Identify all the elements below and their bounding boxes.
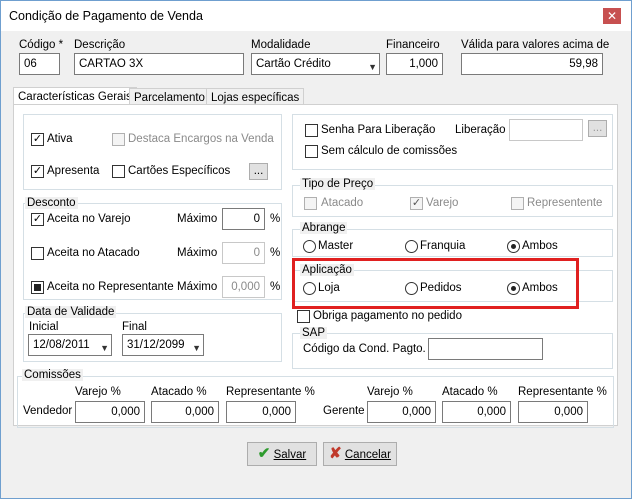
cartoes-checkbox[interactable]: [112, 165, 125, 178]
close-button[interactable]: ✕: [603, 8, 621, 24]
ativa-label: Ativa: [47, 133, 73, 145]
representente-checkbox[interactable]: [511, 197, 524, 210]
aceita-representante-label: Aceita no Representante: [47, 281, 174, 293]
vendedor-atacado-field[interactable]: 0,000: [151, 401, 219, 423]
abrange-title: Abrange: [300, 222, 348, 234]
x-icon: ✘: [329, 445, 342, 462]
destaca-checkbox[interactable]: [112, 133, 125, 146]
tipo-preco-title: Tipo de Preço: [300, 178, 376, 190]
abrange-ambos-label: Ambos: [522, 240, 558, 252]
cancelar-button[interactable]: ✘ Cancelar: [323, 442, 397, 466]
varejo-label: Varejo: [426, 197, 459, 209]
check-icon: ✔: [257, 445, 271, 462]
codigo-field[interactable]: 06: [19, 53, 60, 75]
comissoes-title: Comissões: [22, 369, 83, 381]
vendedor-representante-header: Representante %: [226, 386, 315, 398]
abrange-franquia-label: Franquia: [420, 240, 466, 252]
max-varejo-field[interactable]: 0: [222, 208, 265, 230]
modalidade-value: Cartão Crédito: [256, 58, 331, 70]
final-date-value: 31/12/2099: [127, 339, 185, 351]
abrange-master-radio[interactable]: [303, 240, 316, 253]
apresenta-checkbox[interactable]: ✓: [31, 165, 44, 178]
modalidade-label: Modalidade: [251, 39, 311, 51]
aceita-atacado-checkbox[interactable]: [31, 247, 44, 260]
sap-title: SAP: [300, 327, 328, 339]
max-varejo-label: Máximo: [177, 213, 218, 225]
ativa-checkbox[interactable]: ✓: [31, 133, 44, 146]
validade-title: Data de Validade: [25, 306, 117, 318]
descricao-field[interactable]: CARTAO 3X: [74, 53, 244, 75]
liberacao-field[interactable]: [509, 119, 583, 141]
gerente-atacado-header: Atacado %: [442, 386, 498, 398]
sem-calculo-checkbox[interactable]: [305, 145, 318, 158]
modalidade-select[interactable]: Cartão Crédito ▼: [251, 53, 380, 75]
chevron-down-icon: ▼: [100, 343, 109, 353]
vendedor-representante-field[interactable]: 0,000: [226, 401, 296, 423]
cartoes-label: Cartões Específicos: [128, 165, 231, 177]
aceita-varejo-label: Aceita no Varejo: [47, 213, 131, 225]
aplicacao-highlight-frame: [292, 258, 579, 309]
gerente-varejo-field[interactable]: 0,000: [367, 401, 436, 423]
vendedor-atacado-header: Atacado %: [151, 386, 207, 398]
max-representante-label: Máximo: [177, 281, 218, 293]
senha-checkbox[interactable]: [305, 124, 318, 137]
cancelar-label: Cancelar: [344, 449, 391, 461]
percent-varejo-label: %: [270, 213, 281, 225]
chevron-down-icon: ▼: [368, 62, 377, 72]
abrange-franquia-radio[interactable]: [405, 240, 418, 253]
abrange-ambos-radio[interactable]: [507, 240, 520, 253]
gerente-atacado-field[interactable]: 0,000: [442, 401, 511, 423]
liberacao-browse-button[interactable]: ...: [588, 120, 607, 137]
chevron-down-icon: ▼: [192, 343, 201, 353]
max-representante-field[interactable]: 0,000: [222, 276, 265, 298]
vendedor-label: Vendedor: [23, 405, 73, 417]
salvar-button[interactable]: ✔ Salvar: [247, 442, 317, 466]
max-atacado-label: Máximo: [177, 247, 218, 259]
destaca-label: Destaca Encargos na Venda: [128, 133, 274, 145]
cartoes-browse-button[interactable]: ...: [249, 163, 268, 180]
obriga-label: Obriga pagamento no pedido: [313, 310, 462, 322]
salvar-label: Salvar: [273, 449, 307, 461]
sem-calculo-label: Sem cálculo de comissões: [321, 145, 458, 157]
aceita-varejo-checkbox[interactable]: ✓: [31, 213, 44, 226]
descricao-label: Descrição: [74, 39, 126, 51]
senha-label: Senha Para Liberação: [321, 124, 436, 136]
financeiro-label: Financeiro: [386, 39, 440, 51]
final-label: Final: [122, 321, 147, 333]
percent-atacado-label: %: [270, 247, 281, 259]
valida-label: Válida para valores acima de: [461, 39, 610, 51]
inicial-date-value: 12/08/2011: [33, 339, 90, 351]
liberacao-label: Liberação: [455, 124, 506, 136]
inicial-date-field[interactable]: 12/08/2011 ▼: [28, 334, 112, 356]
inicial-label: Inicial: [29, 321, 59, 333]
obriga-checkbox[interactable]: [297, 310, 310, 323]
gerente-label: Gerente: [323, 405, 365, 417]
gerente-varejo-header: Varejo %: [367, 386, 413, 398]
atacado-label: Atacado: [321, 197, 364, 209]
atacado-checkbox[interactable]: [304, 197, 317, 210]
apresenta-label: Apresenta: [47, 165, 100, 177]
codigo-label: Código *: [19, 39, 64, 51]
desconto-title: Desconto: [25, 197, 78, 209]
percent-representante-label: %: [270, 281, 281, 293]
vendedor-varejo-field[interactable]: 0,000: [75, 401, 145, 423]
max-atacado-field[interactable]: 0: [222, 242, 265, 264]
gerente-representante-header: Representante %: [518, 386, 607, 398]
final-date-field[interactable]: 31/12/2099 ▼: [122, 334, 204, 356]
varejo-checkbox[interactable]: ✓: [410, 197, 423, 210]
title-bar: Condição de Pagamento de Venda ✕: [1, 1, 631, 31]
abrange-master-label: Master: [318, 240, 354, 252]
general-options-group: [23, 114, 282, 190]
aceita-atacado-label: Aceita no Atacado: [47, 247, 140, 259]
representente-label: Representente: [527, 197, 603, 209]
window-title: Condição de Pagamento de Venda: [9, 9, 203, 23]
vendedor-varejo-header: Varejo %: [75, 386, 121, 398]
sap-codigo-label: Código da Cond. Pagto.: [303, 343, 426, 355]
valida-field[interactable]: 59,98: [461, 53, 603, 75]
sap-codigo-field[interactable]: [428, 338, 543, 360]
financeiro-field[interactable]: 1,000: [386, 53, 443, 75]
gerente-representante-field[interactable]: 0,000: [518, 401, 588, 423]
aceita-representante-checkbox[interactable]: [31, 281, 44, 294]
